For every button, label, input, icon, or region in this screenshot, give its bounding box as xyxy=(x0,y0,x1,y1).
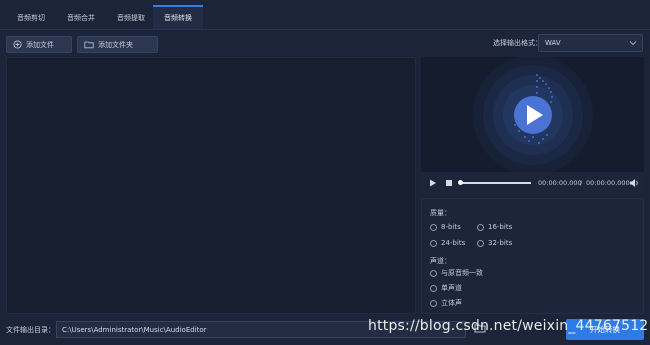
music-note-icon xyxy=(473,55,593,175)
add-folder-button[interactable]: 添加文件夹 xyxy=(77,36,158,53)
add-file-button[interactable]: 添加文件 xyxy=(6,36,72,53)
radio-same-as-source[interactable]: 与原音频一致 xyxy=(430,268,483,278)
output-directory-label: 文件输出目录： xyxy=(6,326,55,334)
tab-audio-cut[interactable]: 音频剪切 xyxy=(6,6,56,30)
player-controls: 00:00:00.000 / 00:00:00.000 xyxy=(421,172,644,194)
format-label: 选择输出格式： xyxy=(493,39,542,47)
tab-audio-extract[interactable]: 音频提取 xyxy=(106,6,156,30)
tab-label: 音频转换 xyxy=(164,14,192,22)
add-folder-label: 添加文件夹 xyxy=(98,40,133,49)
radio-label: 8-bits xyxy=(441,223,461,231)
channel-title: 声道： xyxy=(430,257,451,265)
radio-label: 16-bits xyxy=(488,223,513,231)
options-panel: 质量： 8-bits 16-bits 24-bits 32-bits 声道： 与… xyxy=(421,198,644,314)
progress-handle[interactable] xyxy=(458,180,463,185)
format-value: WAV xyxy=(545,39,561,47)
radio-32-bits[interactable]: 32-bits xyxy=(477,239,512,247)
add-file-icon xyxy=(13,40,22,49)
stop-icon[interactable] xyxy=(445,179,453,187)
tab-audio-convert[interactable]: 音频转换 xyxy=(153,5,203,29)
total-time: 00:00:00.000 xyxy=(586,179,630,187)
tab-label: 音频提取 xyxy=(117,14,145,22)
volume-icon[interactable] xyxy=(629,178,639,188)
radio-stereo[interactable]: 立体声 xyxy=(430,298,462,308)
radio-label: 24-bits xyxy=(441,239,466,247)
preview-panel xyxy=(421,55,644,175)
tab-bar: 音频剪切 音频合并 音频提取 音频转换 xyxy=(0,0,650,30)
file-list[interactable] xyxy=(6,57,416,314)
progress-track[interactable] xyxy=(459,182,531,184)
radio-mono[interactable]: 单声道 xyxy=(430,283,462,293)
watermark-text: https://blog.csdn.net/weixin_44767512 xyxy=(368,318,649,334)
tab-audio-merge[interactable]: 音频合并 xyxy=(56,6,106,30)
radio-8-bits[interactable]: 8-bits xyxy=(430,223,461,231)
output-path-value: C:\Users\Administrator\Music\AudioEditor xyxy=(62,325,207,334)
radio-label: 单声道 xyxy=(441,284,462,292)
folder-icon xyxy=(84,41,94,49)
radio-label: 32-bits xyxy=(488,239,513,247)
radio-label: 立体声 xyxy=(441,299,462,307)
radio-16-bits[interactable]: 16-bits xyxy=(477,223,512,231)
time-separator: / xyxy=(580,179,583,187)
play-icon[interactable] xyxy=(429,179,437,187)
tab-label: 音频剪切 xyxy=(17,14,45,22)
chevron-down-icon xyxy=(629,41,637,46)
add-file-label: 添加文件 xyxy=(26,40,54,49)
format-select[interactable]: WAV xyxy=(538,34,643,52)
current-time: 00:00:00.000 xyxy=(538,179,582,187)
radio-24-bits[interactable]: 24-bits xyxy=(430,239,465,247)
radio-label: 与原音频一致 xyxy=(441,269,483,277)
tab-label: 音频合并 xyxy=(67,14,95,22)
quality-title: 质量： xyxy=(430,209,451,217)
